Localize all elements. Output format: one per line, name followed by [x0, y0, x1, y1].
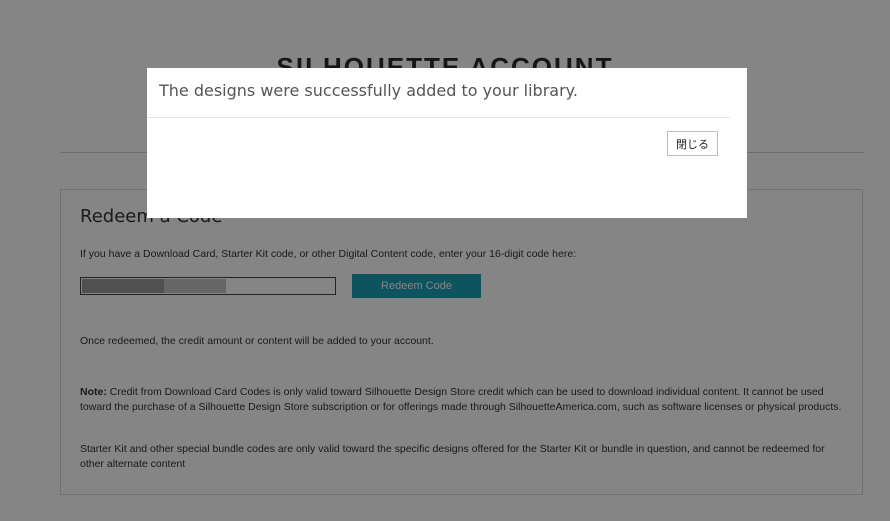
modal-message: The designs were successfully added to y…	[159, 81, 578, 100]
modal-divider	[147, 117, 730, 118]
success-modal: The designs were successfully added to y…	[147, 68, 747, 218]
close-button[interactable]: 閉じる	[667, 131, 718, 156]
